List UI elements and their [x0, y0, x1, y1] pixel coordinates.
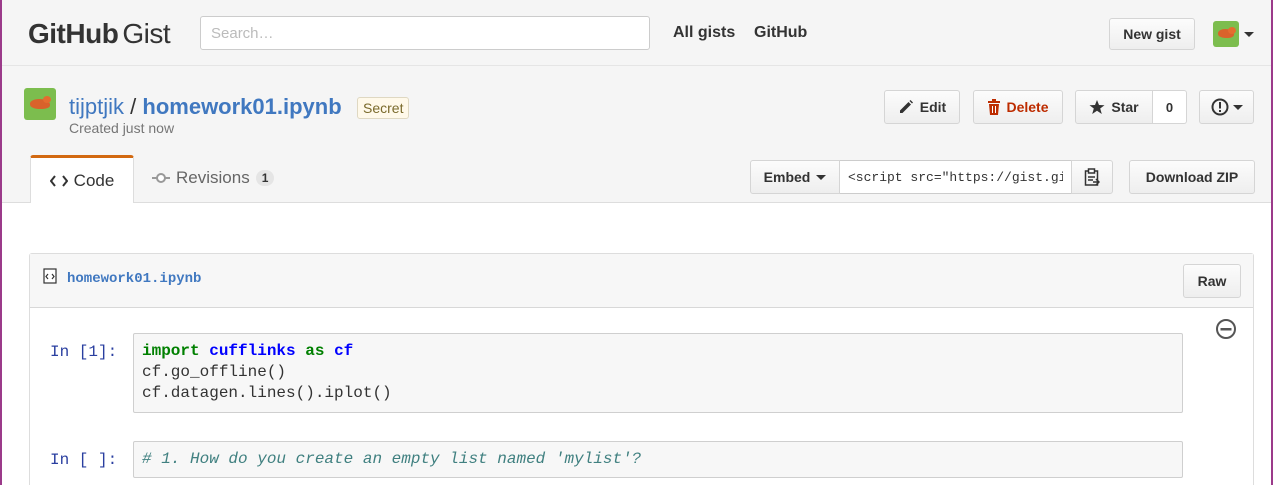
gist-title: tijptjik / homework01.ipynb [69, 94, 342, 120]
embed-group: Embed [750, 160, 1113, 194]
site-header: GitHub Gist All gists GitHub New gist [2, 0, 1271, 66]
report-menu-button[interactable] [1199, 90, 1254, 124]
nav-github[interactable]: GitHub [754, 24, 807, 42]
pencil-icon [899, 100, 913, 113]
chevron-down-icon [816, 174, 827, 180]
gist-logo[interactable]: GitHub Gist [28, 18, 171, 50]
logo-gist-text: Gist [122, 18, 171, 49]
tab-code[interactable]: Code [30, 155, 134, 203]
star-icon [1089, 100, 1105, 114]
star-button[interactable]: Star [1075, 90, 1153, 124]
delete-button[interactable]: Delete [973, 90, 1063, 124]
star-group: Star 0 [1075, 90, 1187, 124]
owner-avatar[interactable] [24, 88, 56, 120]
alert-icon [1211, 98, 1228, 116]
search-input[interactable] [200, 16, 650, 50]
embed-code-input[interactable] [840, 160, 1071, 194]
code-cell[interactable]: # 1. How do you create an empty list nam… [133, 441, 1183, 478]
chevron-down-icon [1244, 32, 1254, 37]
title-separator: / [130, 94, 137, 119]
file-name-link[interactable]: homework01.ipynb [67, 271, 201, 287]
tab-code-label: Code [73, 170, 115, 190]
embed-label: Embed [763, 169, 811, 185]
logo-github-text: GitHub [28, 18, 119, 49]
cell-prompt: In [1]: [50, 343, 118, 361]
comment-line: # 1. How do you create an empty list nam… [142, 450, 642, 468]
alias-token: cf [334, 342, 354, 360]
star-count[interactable]: 0 [1153, 90, 1187, 124]
file-code-icon [43, 268, 57, 284]
edit-label: Edit [919, 99, 947, 115]
code-icon [49, 174, 68, 187]
user-avatar [1213, 21, 1239, 47]
code-line: import cufflinks as cf [142, 342, 353, 360]
delete-label: Delete [1006, 99, 1049, 115]
tab-revisions-label: Revisions [176, 168, 250, 187]
keyword-token: as [305, 342, 325, 360]
chevron-down-icon [1232, 104, 1243, 110]
embed-dropdown[interactable]: Embed [750, 160, 840, 194]
download-zip-button[interactable]: Download ZIP [1129, 160, 1255, 194]
star-label: Star [1111, 99, 1139, 115]
clipboard-icon [1084, 168, 1100, 186]
module-token: cufflinks [209, 342, 296, 360]
revisions-counter: 1 [255, 170, 275, 186]
code-cell[interactable]: import cufflinks as cf cf.go_offline() c… [133, 333, 1183, 413]
cell-prompt: In [ ]: [50, 451, 118, 469]
collapse-icon[interactable] [1215, 318, 1237, 340]
copy-button[interactable] [1071, 160, 1113, 194]
code-line: cf.datagen.lines().iplot() [142, 384, 392, 402]
tab-revisions[interactable]: Revisions 1 [152, 168, 275, 188]
keyword-token: import [142, 342, 200, 360]
nav-all-gists[interactable]: All gists [673, 24, 735, 42]
new-gist-button[interactable]: New gist [1109, 18, 1195, 50]
file-header: homework01.ipynb Raw [30, 254, 1253, 308]
raw-button[interactable]: Raw [1183, 264, 1241, 298]
secret-badge: Secret [357, 97, 410, 119]
commit-icon [152, 173, 170, 183]
created-timestamp: Created just now [69, 120, 175, 136]
user-menu[interactable] [1213, 21, 1257, 47]
owner-link[interactable]: tijptjik [69, 94, 124, 119]
code-line: cf.go_offline() [142, 363, 287, 381]
file-box: homework01.ipynb Raw In [1]: import cuff… [29, 253, 1254, 485]
trash-icon [988, 99, 1001, 115]
edit-button[interactable]: Edit [884, 90, 960, 124]
gist-name-link[interactable]: homework01.ipynb [142, 94, 341, 119]
